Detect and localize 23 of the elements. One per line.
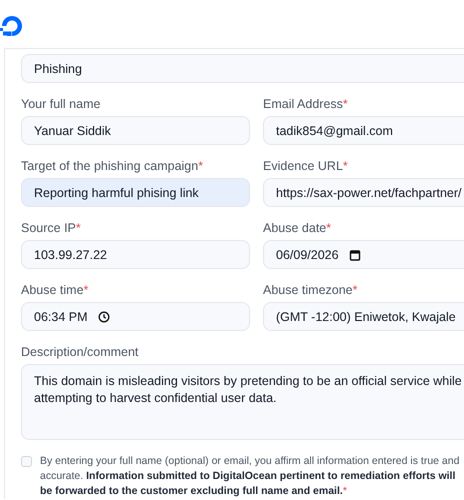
field-label: Email Address* [263,97,349,111]
field-label: Abuse date* [263,221,332,235]
calendar-icon[interactable] [348,248,361,260]
timezone-select[interactable]: (GMT -12:00) Eniwetok, Kwajale [263,302,464,331]
category-select[interactable]: Phishing [21,54,464,83]
field-label: Target of the phishing campaign* [21,159,204,173]
time-field[interactable]: 06:34 PM [21,302,250,331]
field-label: Description/comment [21,345,140,359]
field-label: Evidence URL* [263,159,349,173]
text-field[interactable]: tadik854@gmail.com [263,116,464,145]
field-label: Abuse time* [21,283,90,297]
text-field[interactable]: 103.99.27.22 [21,240,250,269]
description-field[interactable]: This domain is misleading visitors by pretending to be an official service while attempting to harvest confidential user data. [21,364,464,440]
text-field[interactable]: Reporting harmful phising link [21,178,250,207]
field-label: Source IP* [21,221,82,235]
field-label: Your full name [21,97,102,111]
clock-icon[interactable] [98,310,110,322]
text-field[interactable]: https://sax-power.net/fachpartner/ [263,178,464,207]
text-field[interactable]: Yanuar Siddik [21,116,250,145]
field-label: Abuse timezone* [263,283,359,297]
date-field[interactable]: 06/09/2026 [263,240,464,269]
consent-text: By entering your full name (optional) or email, you affirm all information entered is true and accurate. Information submitted to DigitalOcean pertinent to remediation efforts will be forwarded to the customer excluding full name and email.* [40,454,460,499]
consent-checkbox[interactable] [21,456,32,467]
